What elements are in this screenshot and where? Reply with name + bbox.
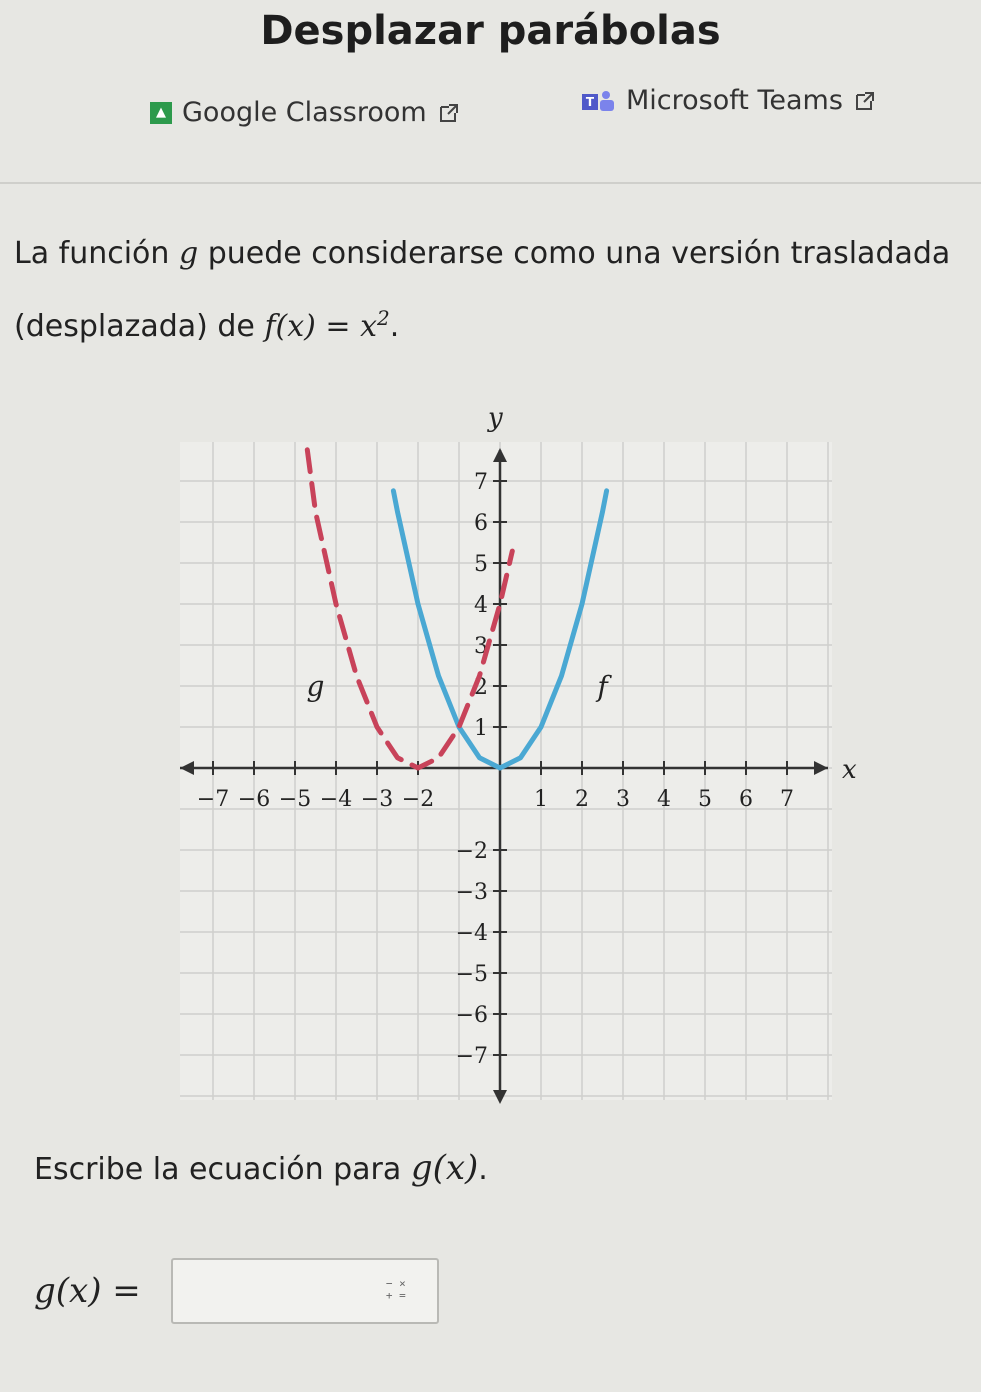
question-intro: La función — [14, 236, 170, 271]
x-tick-label: −2 — [402, 787, 434, 812]
y-axis-label: y — [487, 403, 503, 433]
google-classroom-label: Google Classroom — [182, 97, 427, 128]
x-tick-label: −3 — [361, 787, 393, 812]
external-link-icon — [439, 103, 458, 122]
x-tick-label: −6 — [238, 787, 270, 812]
divider — [0, 182, 981, 184]
x-axis-label: x — [842, 755, 857, 785]
y-tick-label: −3 — [456, 880, 488, 905]
x-tick-label: 7 — [780, 787, 794, 812]
y-tick-label: 5 — [474, 552, 488, 577]
plot-area — [180, 442, 832, 1100]
x-tick-label: −4 — [320, 787, 352, 812]
prompt-text: Escribe la ecuación para — [34, 1152, 402, 1187]
google-classroom-icon: ▲ — [150, 101, 172, 124]
microsoft-teams-icon: T — [582, 90, 614, 111]
google-classroom-link[interactable]: ▲ Google Classroom — [150, 97, 461, 128]
page-title: Desplazar parábolas — [260, 8, 721, 54]
y-tick-label: −6 — [456, 1003, 488, 1028]
answer-label: g(x) = — [34, 1271, 141, 1311]
share-row: ▲ Google Classroom T Microsoft Teams — [0, 85, 981, 135]
x-tick-label: −7 — [197, 787, 229, 812]
x-tick-label: 5 — [698, 787, 712, 812]
y-tick-label: 6 — [474, 511, 488, 536]
y-tick-label: 1 — [474, 716, 488, 741]
y-tick-label: −5 — [456, 962, 488, 987]
y-tick-label: −4 — [456, 921, 488, 946]
answer-input[interactable]: − × + = — [170, 1258, 439, 1324]
answer-row: g(x) = − × + = — [34, 1258, 439, 1324]
x-tick-label: 2 — [575, 787, 589, 812]
question-text: La función g puede considerarse como una… — [14, 222, 964, 359]
graph: x y −7 −6 −5 −4 −3 −2 1 2 3 4 5 6 7 −7 −6 −5 −4 −3 −2 1 2 3 4 5 6 7… — [0, 390, 981, 1120]
x-tick-label: −5 — [279, 787, 311, 812]
question-g: g — [178, 236, 199, 271]
math-keypad-icon[interactable]: − × + = — [385, 1278, 407, 1306]
x-tick-label: 1 — [534, 787, 548, 812]
y-tick-label: −2 — [456, 839, 488, 864]
svg-text:T: T — [586, 95, 595, 109]
microsoft-teams-link[interactable]: T Microsoft Teams — [580, 85, 877, 116]
x-tick-label: 6 — [739, 787, 753, 812]
prompt-end: . — [478, 1152, 488, 1187]
y-tick-label: 7 — [474, 470, 488, 495]
external-link-icon — [855, 91, 874, 110]
x-tick-label: 3 — [616, 787, 630, 812]
x-tick-label: 4 — [657, 787, 671, 812]
question-f-expr: f(x) = x2 — [264, 306, 390, 344]
y-tick-label: 4 — [474, 593, 488, 618]
prompt: Escribe la ecuación para g(x). — [34, 1148, 488, 1188]
curve-label-g: g — [307, 670, 325, 703]
coordinate-plane: xy−7 −6 −5 −4 −3 −2 1 2 3 4 5 6 7−7−6−5−4−3−21234567… — [180, 403, 857, 1104]
y-tick-label: −7 — [456, 1044, 488, 1069]
question-end: . — [389, 309, 400, 344]
prompt-g-expr: g(x) — [410, 1148, 479, 1188]
microsoft-teams-label: Microsoft Teams — [626, 85, 843, 116]
